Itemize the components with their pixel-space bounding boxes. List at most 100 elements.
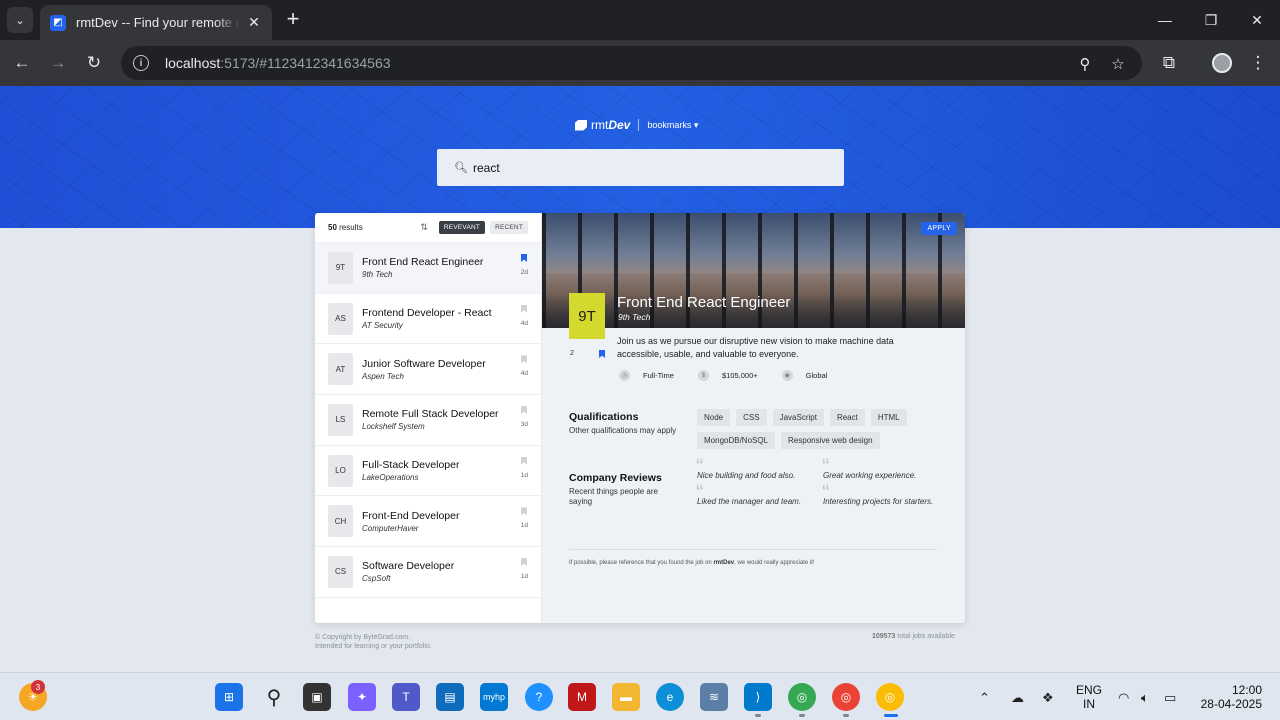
bookmark-star-icon[interactable]: ☆ [1109, 55, 1127, 73]
reload-icon[interactable]: ↻ [82, 51, 106, 75]
sort-recent-button[interactable]: RECENT [490, 221, 528, 234]
store-icon[interactable]: ▤ [436, 683, 464, 711]
tray-cloud-icon[interactable]: ☁ [1011, 690, 1024, 706]
tray-chevron-icon[interactable]: ⌃ [979, 690, 990, 706]
sort-relevant-button[interactable]: REVEVANT [438, 221, 486, 234]
job-list-item[interactable]: AS Frontend Developer - React AT Securit… [315, 294, 541, 345]
brand-header: rmt Dev bookmarks ▾ [575, 118, 698, 132]
browser-tab[interactable]: ◩ rmtDev -- Find your remote dev ✕ [40, 5, 272, 40]
battery-icon[interactable]: ▭ [1164, 690, 1176, 706]
forward-icon[interactable]: → [46, 51, 70, 75]
teams-icon[interactable]: T [392, 683, 420, 711]
job-title: Frontend Developer - React [362, 307, 492, 320]
browser-tab-bar: ⌄ ◩ rmtDev -- Find your remote dev ✕ + —… [0, 0, 1280, 40]
bookmark-icon[interactable] [521, 355, 527, 364]
bookmark-icon[interactable] [521, 304, 527, 313]
detail-divider [569, 549, 937, 550]
mcafee-icon[interactable]: M [568, 683, 596, 711]
tab-close-icon[interactable]: ✕ [246, 14, 262, 31]
minimize-icon[interactable]: — [1142, 0, 1188, 40]
tab-search-menu-icon[interactable]: ⌄ [7, 7, 33, 33]
reference-note-post: , we would really appreciate it! [734, 560, 815, 566]
url-host: localhost [165, 55, 221, 71]
qualification-tag: MongoDB/NoSQL [697, 432, 776, 449]
browser-menu-icon[interactable]: ⋮ [1246, 51, 1270, 75]
page-footer-total: 109573 total jobs available [872, 633, 955, 640]
start-menu-icon[interactable]: ⊞ [215, 683, 243, 711]
job-list-item[interactable]: CH Front-End Developer ComputerHaver 1d [315, 496, 541, 548]
money-icon: $ [697, 370, 709, 381]
review-text: Great working experience. [823, 471, 917, 480]
job-list-item[interactable]: 9T Front End React Engineer 9th Tech 2d [315, 243, 541, 294]
job-meta: Front End React Engineer 9th Tech [362, 256, 483, 279]
file-explorer-icon[interactable]: ▬ [612, 683, 640, 711]
bookmark-icon[interactable] [521, 406, 527, 415]
vscode-running-indicator [755, 714, 761, 717]
salary-value: $105,000+ [721, 371, 758, 380]
close-window-icon[interactable]: ✕ [1234, 0, 1280, 40]
review-text: Nice building and food also. [697, 471, 796, 480]
job-company: Aspen Tech [362, 371, 404, 381]
bookmark-icon[interactable] [521, 456, 527, 465]
monitor-icon[interactable]: ≋ [700, 683, 728, 711]
company-badge: 9T [569, 293, 605, 339]
help-icon[interactable]: ? [525, 683, 553, 711]
job-meta: Junior Software Developer Aspen Tech [362, 358, 486, 381]
site-info-icon[interactable]: i [133, 55, 149, 71]
url-text[interactable]: localhost:5173/#1123412341634563 [165, 55, 391, 71]
bookmark-icon[interactable] [521, 507, 527, 516]
job-company: LakeOperations [362, 473, 419, 483]
job-badge: LS [328, 403, 353, 436]
browser-toolbar: ← → ↻ i localhost:5173/#1123412341634563… [0, 40, 1280, 86]
zoom-icon[interactable]: ⚲ [1076, 55, 1094, 73]
profile-avatar[interactable] [1212, 53, 1232, 73]
vscode-icon[interactable]: ⟩ [744, 683, 772, 711]
qualification-tag: Responsive web design [781, 432, 880, 449]
job-list-item[interactable]: AT Junior Software Developer Aspen Tech … [315, 344, 541, 396]
bookmarks-button[interactable]: bookmarks ▾ [647, 120, 698, 131]
job-age: 4d [520, 370, 528, 378]
chrome-active-icon[interactable]: ◎ [876, 683, 904, 711]
detail-bookmark-icon[interactable] [599, 350, 605, 358]
new-tab-icon[interactable]: + [282, 8, 304, 32]
task-view-icon[interactable]: ▣ [303, 683, 331, 711]
bookmark-icon[interactable] [521, 254, 527, 262]
back-icon[interactable]: ← [10, 51, 34, 75]
extensions-icon[interactable]: ⧉ [1157, 51, 1181, 75]
review-item: “Great working experience. [822, 456, 949, 481]
myhp-icon[interactable]: myhp [480, 683, 508, 711]
tab-title: rmtDev -- Find your remote dev [76, 15, 240, 30]
address-bar[interactable]: i localhost:5173/#1123412341634563 ⚲ ☆ [121, 46, 1142, 80]
job-list: 9T Front End React Engineer 9th Tech 2d A… [315, 243, 541, 598]
chrome2-running-indicator [843, 714, 849, 717]
qualification-tag: Node [697, 409, 731, 426]
volume-icon[interactable]: 🔈︎ [1141, 690, 1149, 706]
taskbar-search-icon[interactable]: ⚲ [260, 683, 288, 711]
rmtdev-favicon-icon: ◩ [50, 14, 66, 31]
job-title: Front End React Engineer [362, 256, 484, 269]
bookmark-icon[interactable] [521, 558, 527, 567]
system-clock[interactable]: 12:00 28-04-2025 [1200, 683, 1262, 711]
job-meta: Full-Stack Developer LakeOperations [362, 459, 459, 482]
chrome-profile-2-icon[interactable]: ◎ [832, 683, 860, 711]
dropbox-icon[interactable]: ❖ [1042, 690, 1054, 706]
job-list-item[interactable]: LO Full-Stack Developer LakeOperations 1… [315, 446, 541, 497]
wifi-icon[interactable]: ◠ [1118, 690, 1129, 706]
rmtdev-logo-icon [575, 119, 587, 131]
edge-icon[interactable]: e [656, 683, 684, 711]
job-badge: 9T [328, 251, 353, 284]
chrome-profile-1-icon[interactable]: ◎ [788, 683, 816, 711]
language-indicator[interactable]: ENG IN [1076, 683, 1102, 711]
job-title: Software Developer [362, 560, 455, 573]
job-company: CspSoft [362, 574, 391, 584]
job-list-item[interactable]: CS Software Developer CspSoft 1d [315, 547, 541, 598]
job-age: 3d [520, 421, 528, 429]
search-input[interactable] [473, 160, 813, 175]
apply-button[interactable]: APPLY [921, 222, 957, 235]
qualification-tag: JavaScript [772, 409, 824, 426]
reviews-subtitle: Recent things people are saying [569, 487, 658, 506]
restore-icon[interactable]: ❐ [1188, 0, 1234, 40]
job-list-item[interactable]: LS Remote Full Stack Developer Lockshelf… [315, 395, 541, 446]
job-age: 2d [520, 269, 528, 276]
copilot-icon[interactable]: ✦ [348, 683, 376, 711]
